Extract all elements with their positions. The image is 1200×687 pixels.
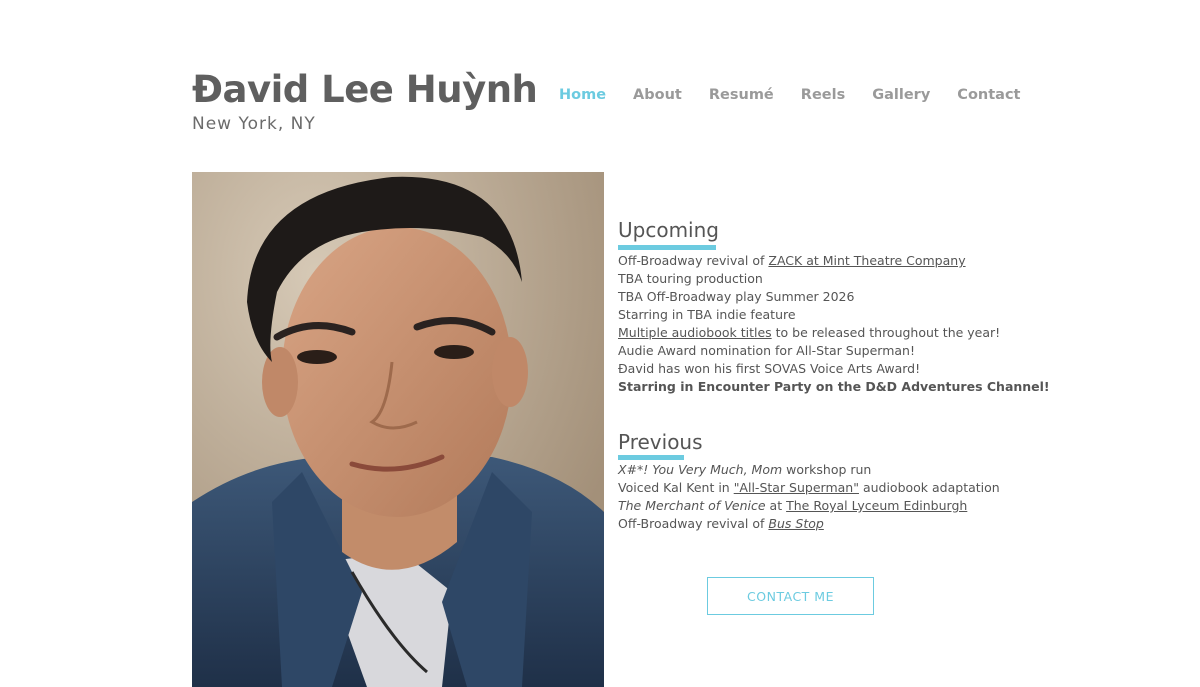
- upcoming-item-link[interactable]: ZACK at Mint Theatre Company: [768, 253, 965, 268]
- previous-heading: Previous: [618, 430, 703, 454]
- nav-gallery[interactable]: Gallery: [872, 87, 930, 103]
- nav-resume[interactable]: Resumé: [709, 87, 774, 103]
- site-location: New York, NY: [192, 114, 316, 134]
- upcoming-item: Starring in TBA indie feature: [618, 307, 796, 322]
- upcoming-heading-underline: [618, 245, 716, 250]
- previous-item-link[interactable]: The Royal Lyceum Edinburgh: [786, 498, 967, 513]
- upcoming-item-link[interactable]: Multiple audiobook titles: [618, 325, 772, 340]
- nav-home[interactable]: Home: [559, 87, 606, 103]
- headshot-photo: [192, 172, 604, 687]
- upcoming-item: Đavid has won his first SOVAS Voice Arts…: [618, 361, 921, 376]
- headshot-illustration: [192, 172, 604, 687]
- previous-list: X#*! You Very Much, Mom workshop run Voi…: [618, 461, 1000, 533]
- upcoming-item: Starring in Encounter Party on the D&D A…: [618, 379, 1050, 394]
- site-title: Đavid Lee Huỳnh: [192, 68, 538, 111]
- upcoming-item: Audie Award nomination for All-Star Supe…: [618, 343, 915, 358]
- upcoming-item: TBA touring production: [618, 271, 763, 286]
- upcoming-heading: Upcoming: [618, 218, 719, 242]
- previous-item: Off-Broadway revival of Bus Stop: [618, 516, 824, 531]
- upcoming-item: Off-Broadway revival of ZACK at Mint The…: [618, 253, 966, 268]
- contact-me-button[interactable]: CONTACT ME: [707, 577, 874, 615]
- upcoming-item: TBA Off-Broadway play Summer 2026: [618, 289, 855, 304]
- previous-item-link[interactable]: Bus Stop: [768, 516, 823, 531]
- previous-heading-underline: [618, 455, 684, 460]
- previous-item: X#*! You Very Much, Mom workshop run: [618, 462, 872, 477]
- nav-contact[interactable]: Contact: [957, 87, 1020, 103]
- nav-reels[interactable]: Reels: [801, 87, 845, 103]
- previous-item-link[interactable]: "All-Star Superman": [734, 480, 859, 495]
- nav-about[interactable]: About: [633, 87, 682, 103]
- previous-item: Voiced Kal Kent in "All-Star Superman" a…: [618, 480, 1000, 495]
- previous-item: The Merchant of Venice at The Royal Lyce…: [618, 498, 968, 513]
- upcoming-list: Off-Broadway revival of ZACK at Mint The…: [618, 252, 1050, 396]
- main-nav: Home About Resumé Reels Gallery Contact: [559, 87, 1020, 103]
- upcoming-item: Multiple audiobook titles to be released…: [618, 325, 1001, 340]
